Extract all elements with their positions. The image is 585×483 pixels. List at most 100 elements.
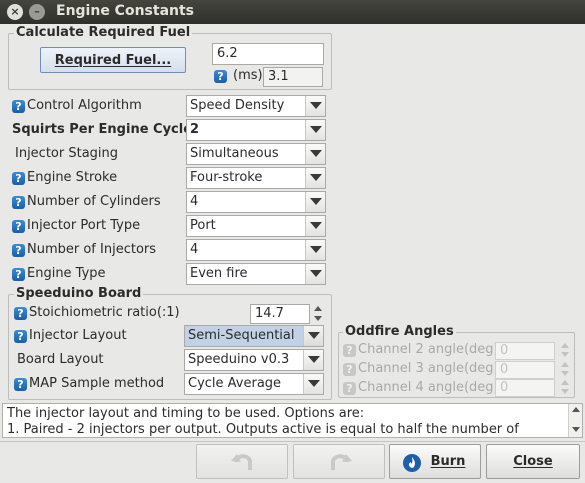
channel-2-label: Channel 2 angle(deg): [358, 342, 499, 357]
window-minimize-button[interactable]: –: [29, 4, 45, 20]
help-icon[interactable]: ?: [12, 100, 25, 113]
scroll-up-icon[interactable]: [570, 405, 582, 415]
spinner-up-icon[interactable]: [312, 304, 324, 314]
board-layout-select[interactable]: Speeduino v0.3: [184, 349, 324, 371]
control-algorithm-select[interactable]: Speed Density: [186, 95, 326, 117]
setting-label: Control Algorithm: [27, 98, 142, 113]
ms-value: 3.1: [268, 69, 289, 84]
required-fuel-value: 6.2: [217, 46, 238, 61]
help-icon[interactable]: ?: [12, 244, 25, 257]
channel-3-label: Channel 3 angle(deg): [358, 361, 499, 376]
map-sample-select[interactable]: Cycle Average: [184, 373, 324, 395]
engine-type-select[interactable]: Even fire: [186, 263, 326, 285]
undo-icon: [231, 454, 252, 470]
engine-stroke-select[interactable]: Four-stroke: [186, 167, 326, 189]
help-icon: ?: [343, 363, 356, 376]
setting-label: Injector Staging: [15, 146, 119, 161]
chevron-down-icon: [303, 374, 323, 394]
burn-button[interactable]: Burn: [389, 444, 481, 479]
ms-label: (ms): [233, 68, 263, 83]
required-fuel-value-field[interactable]: 6.2: [212, 43, 324, 65]
close-button[interactable]: Close: [486, 444, 580, 479]
select-value: Semi-Sequential: [188, 328, 295, 343]
chevron-down-icon: [305, 216, 325, 236]
spinner-down-icon[interactable]: [312, 314, 324, 324]
chevron-down-icon: [305, 120, 325, 140]
help-text-line: 1. Paired - 2 injectors per output. Outp…: [7, 422, 519, 437]
required-fuel-button[interactable]: Required Fuel...: [40, 47, 186, 73]
channel-2-input: 0: [495, 342, 555, 360]
chevron-down-icon: [305, 192, 325, 212]
select-value: Speed Density: [190, 98, 285, 113]
map-sample-label: MAP Sample method: [29, 376, 165, 391]
select-value: Simultaneous: [190, 146, 279, 161]
stoich-value: 14.7: [255, 306, 284, 321]
button-bar-separator: [0, 441, 585, 442]
help-icon[interactable]: ?: [12, 220, 25, 233]
redo-icon: [331, 454, 352, 470]
channel-3-spinner: [559, 361, 571, 379]
help-icon[interactable]: ?: [214, 70, 227, 83]
chevron-down-icon: [305, 144, 325, 164]
select-value: Speeduino v0.3: [188, 352, 290, 367]
help-icon[interactable]: ?: [12, 196, 25, 209]
channel-3-input: 0: [495, 361, 555, 379]
setting-label: Injector Port Type: [27, 218, 141, 233]
oddfire-angles-group-title: Oddfire Angles: [343, 324, 456, 339]
board-layout-label: Board Layout: [17, 352, 104, 367]
stoich-label: Stoichiometric ratio(:1): [29, 305, 180, 320]
injectors-select[interactable]: 4: [186, 239, 326, 261]
ms-value-field: 3.1: [263, 67, 323, 87]
channel-4-input: 0: [495, 379, 555, 397]
window-close-button[interactable]: ×: [7, 4, 23, 20]
channel-2-value: 0: [500, 343, 509, 358]
help-icon: ?: [343, 344, 356, 357]
help-icon: ?: [343, 382, 356, 395]
chevron-down-icon: [303, 350, 323, 370]
channel-3-value: 0: [500, 362, 509, 377]
setting-label: Squirts Per Engine Cycle: [12, 122, 193, 137]
close-button-label: Close: [513, 454, 553, 469]
channel-4-value: 0: [500, 380, 509, 395]
redo-button[interactable]: [293, 444, 385, 479]
select-value: 4: [190, 242, 199, 257]
stoich-input[interactable]: 14.7: [250, 304, 310, 324]
chevron-down-icon: [305, 240, 325, 260]
help-text-line: The injector layout and timing to be use…: [7, 406, 365, 421]
channel-4-label: Channel 4 angle(deg): [358, 380, 499, 395]
setting-label: Engine Type: [27, 266, 106, 281]
scroll-down-icon[interactable]: [570, 425, 582, 435]
select-value: Cycle Average: [188, 376, 282, 391]
chevron-down-icon: [305, 264, 325, 284]
scroll-arrows[interactable]: [570, 405, 582, 436]
injector-layout-label: Injector Layout: [29, 328, 127, 343]
undo-button[interactable]: [196, 444, 288, 479]
injector-layout-select[interactable]: Semi-Sequential: [184, 325, 324, 347]
channel-4-spinner: [559, 379, 571, 397]
squirts-per-cycle-select[interactable]: 2: [186, 119, 326, 141]
speeduino-board-group-title: Speeduino Board: [14, 286, 144, 301]
help-icon[interactable]: ?: [12, 172, 25, 185]
required-fuel-button-label: Required Fuel...: [54, 53, 172, 68]
burn-button-label: Burn: [430, 454, 466, 469]
help-icon[interactable]: ?: [12, 268, 25, 281]
cylinders-select[interactable]: 4: [186, 191, 326, 213]
select-value: Even fire: [190, 266, 248, 281]
help-text-scrollbar[interactable]: [568, 404, 582, 437]
setting-label: Number of Cylinders: [27, 194, 161, 209]
chevron-down-icon: [305, 168, 325, 188]
select-value: 4: [190, 194, 199, 209]
injector-port-type-select[interactable]: Port: [186, 215, 326, 237]
chevron-down-icon: [305, 96, 325, 116]
setting-label: Number of Injectors: [27, 242, 157, 257]
title-bar: × – Engine Constants: [0, 0, 585, 24]
help-icon[interactable]: ?: [14, 378, 27, 391]
spinner-down-icon: [559, 387, 571, 397]
help-text-area[interactable]: The injector layout and timing to be use…: [2, 403, 583, 438]
injector-staging-select[interactable]: Simultaneous: [186, 143, 326, 165]
help-icon[interactable]: ?: [14, 330, 27, 343]
help-icon[interactable]: ?: [14, 307, 27, 320]
calc-fuel-group-title: Calculate Required Fuel: [14, 25, 193, 40]
stoich-spinner[interactable]: [312, 304, 324, 324]
spinner-down-icon: [559, 350, 571, 360]
